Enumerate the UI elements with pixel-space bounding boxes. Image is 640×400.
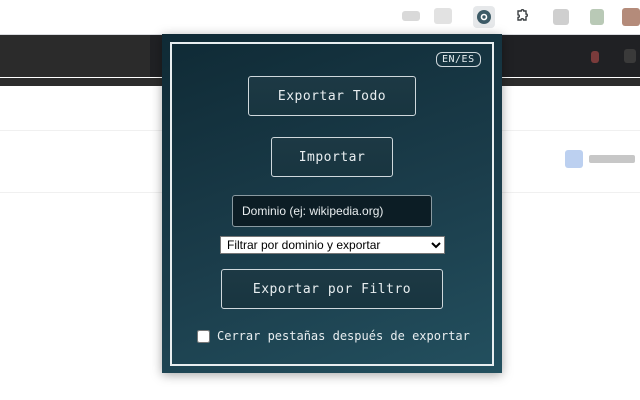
puzzle-icon[interactable] — [510, 6, 532, 28]
blurred-profile-icon[interactable] — [622, 8, 640, 26]
blurred-page-item — [565, 150, 635, 168]
close-tabs-option[interactable]: Cerrar pestañas después de exportar — [197, 329, 470, 343]
extension-popup: EN/ES Exportar Todo Importar Filtrar por… — [162, 34, 502, 373]
import-button[interactable]: Importar — [271, 137, 393, 177]
blurred-tab-icon — [624, 49, 636, 63]
blurred-tab-icon — [591, 51, 599, 63]
close-tabs-checkbox[interactable] — [197, 329, 210, 343]
close-tabs-label: Cerrar pestañas después de exportar — [217, 329, 470, 343]
language-toggle-button[interactable]: EN/ES — [436, 52, 481, 67]
blurred-url-icon — [402, 11, 420, 21]
browser-toolbar — [0, 0, 640, 35]
export-all-button[interactable]: Exportar Todo — [248, 76, 416, 116]
blurred-extension-icon[interactable] — [553, 9, 569, 25]
blurred-text — [589, 155, 635, 163]
domain-input[interactable] — [232, 195, 432, 227]
blurred-favicon-icon — [565, 150, 583, 168]
extension-active-icon[interactable] — [473, 6, 495, 28]
tab-area — [0, 35, 150, 77]
filter-select[interactable]: Filtrar por dominio y exportar — [220, 236, 445, 254]
export-by-filter-button[interactable]: Exportar por Filtro — [221, 269, 443, 309]
blurred-extension-icon[interactable] — [590, 9, 604, 25]
blurred-url-icon — [434, 8, 452, 24]
popup-frame: EN/ES Exportar Todo Importar Filtrar por… — [170, 42, 494, 366]
